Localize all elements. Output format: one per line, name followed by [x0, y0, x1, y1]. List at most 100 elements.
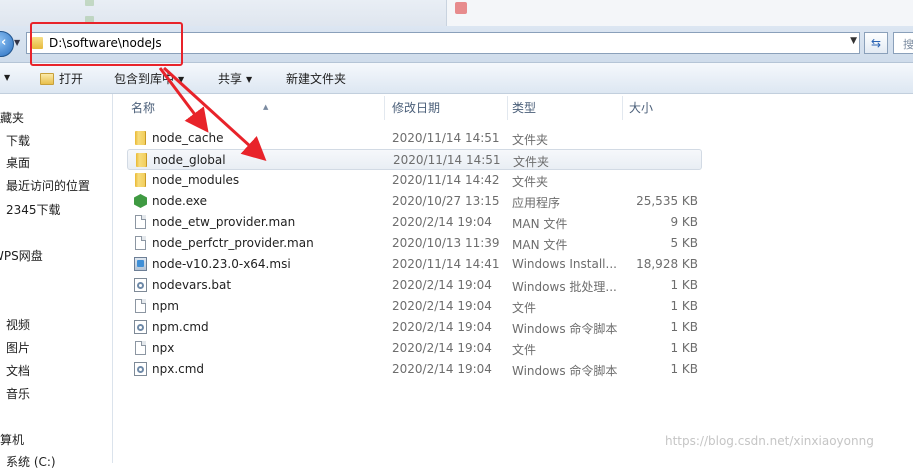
sidebar-item-wps-drive[interactable]: WPS网盘: [0, 247, 43, 264]
file-row[interactable]: node-v10.23.0-x64.msi 2020/11/14 14:41 W…: [127, 254, 702, 275]
file-name: node-v10.23.0-x64.msi: [152, 257, 291, 271]
background-row: [85, 15, 405, 25]
file-type: Windows Install...: [512, 257, 617, 271]
file-type: MAN 文件: [512, 215, 567, 232]
search-input[interactable]: 搜: [893, 32, 913, 54]
background-file-icon: [85, 0, 94, 6]
column-header-date[interactable]: 修改日期: [388, 96, 508, 120]
file-type: Windows 命令脚本: [512, 320, 617, 337]
file-size: 1 KB: [627, 341, 698, 355]
script-icon: [134, 320, 147, 334]
file-name: npm.cmd: [152, 320, 209, 334]
file-date: 2020/11/14 14:51: [393, 153, 501, 167]
file-row[interactable]: node.exe 2020/10/27 13:15 应用程序 25,535 KB: [127, 191, 702, 212]
column-header-type[interactable]: 类型: [508, 96, 623, 120]
back-button[interactable]: ‹: [0, 31, 14, 57]
refresh-button[interactable]: ⇆: [864, 32, 888, 54]
sidebar-item-downloads[interactable]: 下载: [6, 132, 30, 149]
command-toolbar: ▼ 打开 包含到库中▼ 共享▼ 新建文件夹: [0, 63, 913, 94]
file-icon: [135, 215, 146, 229]
file-date: 2020/2/14 19:04: [392, 341, 492, 355]
sidebar-computer[interactable]: 计算机: [0, 431, 24, 448]
file-row[interactable]: node_perfctr_provider.man 2020/10/13 11:…: [127, 233, 702, 254]
address-input[interactable]: D:\software\nodeJs ▼: [26, 32, 860, 54]
file-date: 2020/2/14 19:04: [392, 299, 492, 313]
watermark: https://blog.csdn.net/xinxiaoyonng: [665, 434, 874, 448]
file-icon: [135, 236, 146, 250]
sidebar-item-videos[interactable]: 视频: [6, 316, 30, 333]
new-folder-button[interactable]: 新建文件夹: [286, 70, 346, 87]
file-row[interactable]: node_modules 2020/11/14 14:42 文件夹: [127, 170, 702, 191]
file-name: node_perfctr_provider.man: [152, 236, 314, 250]
file-date: 2020/11/14 14:51: [392, 131, 500, 145]
file-row[interactable]: npm.cmd 2020/2/14 19:04 Windows 命令脚本 1 K…: [127, 317, 702, 338]
file-size: 1 KB: [627, 278, 698, 292]
sidebar-item-documents[interactable]: 文档: [6, 362, 30, 379]
file-type: 文件夹: [512, 173, 548, 190]
file-name: npx.cmd: [152, 362, 204, 376]
share-button[interactable]: 共享▼: [218, 70, 252, 87]
sidebar-favorites[interactable]: 收藏夹: [0, 109, 24, 126]
address-path[interactable]: D:\software\nodeJs: [49, 36, 162, 50]
folder-icon: [135, 131, 146, 145]
file-name: node.exe: [152, 194, 207, 208]
file-row[interactable]: node_global 2020/11/14 14:51 文件夹: [127, 149, 702, 170]
navigation-pane: 收藏夹 下载 桌面 最近访问的位置 2345下载 WPS网盘 库 视频 图片 文…: [0, 94, 113, 463]
file-type: Windows 命令脚本: [512, 362, 617, 379]
file-type: 文件: [512, 341, 536, 358]
file-type: 应用程序: [512, 194, 560, 211]
chevron-down-icon: ▼: [178, 75, 184, 84]
open-icon: [40, 73, 54, 85]
file-size: 1 KB: [627, 299, 698, 313]
file-size: 9 KB: [627, 215, 698, 229]
sidebar-item-pictures[interactable]: 图片: [6, 339, 30, 356]
file-type: MAN 文件: [512, 236, 567, 253]
file-name: node_modules: [152, 173, 239, 187]
file-name: npm: [152, 299, 179, 313]
installer-icon: [134, 257, 147, 271]
sidebar-item-system-drive[interactable]: 系统 (C:): [6, 453, 56, 470]
file-name: node_etw_provider.man: [152, 215, 295, 229]
sidebar-item-desktop[interactable]: 桌面: [6, 154, 30, 171]
file-row[interactable]: npx.cmd 2020/2/14 19:04 Windows 命令脚本 1 K…: [127, 359, 702, 380]
address-dropdown-icon[interactable]: ▼: [850, 36, 857, 46]
sidebar-item-music[interactable]: 音乐: [6, 385, 30, 402]
file-row[interactable]: npx 2020/2/14 19:04 文件 1 KB: [127, 338, 702, 359]
background-file-icon: [85, 16, 94, 24]
column-header-size[interactable]: 大小: [625, 96, 703, 120]
file-type: 文件夹: [512, 131, 548, 148]
file-size: 5 KB: [627, 236, 698, 250]
history-dropdown-icon[interactable]: ▼: [14, 38, 20, 47]
file-type: 文件: [512, 299, 536, 316]
address-bar-row: ‹ ▼ D:\software\nodeJs ▼ ⇆ 搜: [0, 26, 913, 63]
file-row[interactable]: node_cache 2020/11/14 14:51 文件夹: [127, 128, 702, 149]
refresh-icon: ⇆: [871, 36, 881, 50]
search-box-fragment: 搜: [903, 36, 913, 52]
column-header-name[interactable]: 名称 ▲: [127, 96, 385, 120]
file-size: 1 KB: [627, 362, 698, 376]
file-type: Windows 批处理...: [512, 278, 617, 295]
script-icon: [134, 362, 147, 376]
file-date: 2020/2/14 19:04: [392, 362, 492, 376]
background-app-icon: [455, 2, 467, 14]
file-size: 1 KB: [627, 320, 698, 334]
file-row[interactable]: nodevars.bat 2020/2/14 19:04 Windows 批处理…: [127, 275, 702, 296]
background-window-strip: [0, 0, 913, 26]
file-list: 名称 ▲ 修改日期 类型 大小 node_cache 2020/11/14 14…: [113, 94, 913, 463]
sidebar-item-recent[interactable]: 最近访问的位置: [6, 177, 90, 194]
node-exe-icon: [134, 194, 147, 208]
file-row[interactable]: node_etw_provider.man 2020/2/14 19:04 MA…: [127, 212, 702, 233]
file-date: 2020/10/13 11:39: [392, 236, 500, 250]
folder-icon: [32, 37, 43, 49]
include-in-library-button[interactable]: 包含到库中▼: [114, 70, 184, 87]
file-row[interactable]: npm 2020/2/14 19:04 文件 1 KB: [127, 296, 702, 317]
open-button[interactable]: 打开: [40, 70, 83, 87]
organize-dropdown-icon[interactable]: ▼: [0, 70, 10, 84]
file-name: npx: [152, 341, 174, 355]
file-name: nodevars.bat: [152, 278, 231, 292]
file-date: 2020/2/14 19:04: [392, 320, 492, 334]
sidebar-item-2345-downloads[interactable]: 2345下载: [6, 201, 61, 218]
folder-icon: [136, 153, 147, 167]
script-icon: [134, 278, 147, 292]
file-icon: [135, 299, 146, 313]
